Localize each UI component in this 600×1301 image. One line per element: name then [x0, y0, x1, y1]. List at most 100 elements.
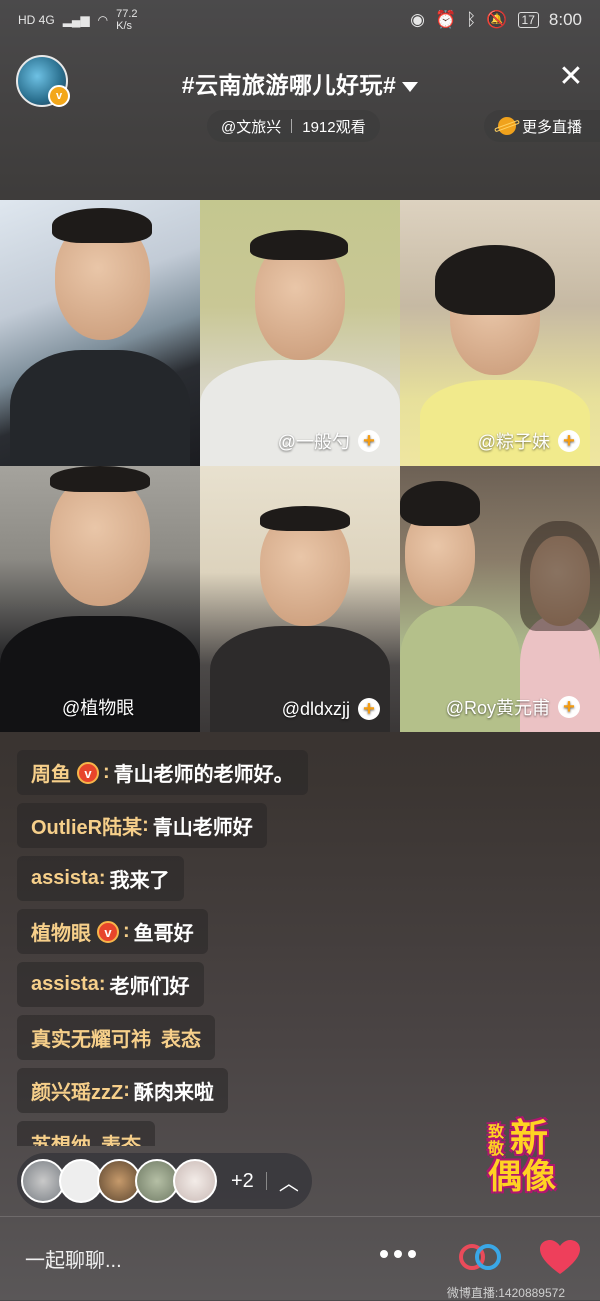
- chat-colon: :: [123, 1079, 130, 1101]
- chat-user[interactable]: 植物眼: [31, 917, 91, 946]
- eye-icon: ◉: [410, 10, 425, 29]
- host-name: @文旅兴: [221, 118, 282, 136]
- planet-icon: [497, 117, 516, 135]
- net-speed-value: 77.2: [116, 8, 138, 20]
- net-speed-unit: K/s: [116, 20, 133, 32]
- video-tile-2[interactable]: @一般勺 +: [200, 200, 400, 466]
- chat-user[interactable]: assista: [31, 973, 99, 996]
- status-right: ◉ ⏰ ᛒ 🔕 17 8:00: [410, 10, 582, 30]
- signal-icon: ▂▄▆: [62, 13, 90, 27]
- participant-handle: @dldxzjj: [281, 698, 350, 719]
- link-mic-icon[interactable]: [458, 1242, 502, 1272]
- battery-icon: 17: [517, 12, 539, 28]
- chevron-up-icon[interactable]: ︿: [279, 1167, 299, 1196]
- host-info-pill[interactable]: @文旅兴 1912观看: [207, 110, 380, 142]
- more-live-button[interactable]: 更多直播: [483, 110, 600, 142]
- vip-badge-icon: v: [77, 761, 99, 784]
- chat-user[interactable]: 苏想纳: [31, 1129, 91, 1146]
- person-hair: [260, 506, 350, 531]
- chat-text: 青山老师好: [152, 817, 253, 839]
- person-hair: [400, 481, 480, 526]
- person-hair: [435, 245, 555, 315]
- close-icon[interactable]: ✕: [556, 62, 586, 92]
- participant-handle: @植物眼: [62, 698, 135, 718]
- chat-user[interactable]: assista: [31, 867, 99, 890]
- more-options-icon[interactable]: [380, 1250, 416, 1258]
- participant-handle: @粽子妹: [477, 432, 550, 452]
- chat-user[interactable]: 真实无耀可祎: [31, 1023, 151, 1052]
- chat-input[interactable]: 一起聊聊...: [25, 1244, 122, 1273]
- chat-text: 酥肉来啦: [133, 1082, 214, 1104]
- viewer-count: 1912观看: [302, 118, 366, 136]
- network-label: HD 4G: [18, 13, 55, 27]
- vip-badge-icon: v: [97, 920, 119, 943]
- more-live-label: 更多直播: [521, 118, 582, 136]
- chat-text: 表态: [101, 1135, 141, 1146]
- watermark: 微博直播:1420889572: [446, 1286, 565, 1300]
- wifi-icon: ◠: [97, 13, 109, 27]
- extra-viewers-count: +2: [231, 1169, 254, 1192]
- alarm-icon: ⏰: [435, 10, 457, 29]
- follow-plus-icon[interactable]: +: [358, 698, 380, 720]
- bottom-divider: [0, 1216, 600, 1217]
- chat-user[interactable]: 颜兴瑶zzZ: [31, 1076, 123, 1105]
- follow-plus-icon[interactable]: +: [358, 430, 380, 452]
- video-tile-3[interactable]: @粽子妹 +: [400, 200, 600, 466]
- participant-label: @一般勺 +: [278, 428, 380, 454]
- viewer-avatar[interactable]: [173, 1159, 217, 1203]
- bluetooth-icon: ᛒ: [466, 10, 477, 29]
- video-tile-5[interactable]: @dldxzjj +: [200, 466, 400, 732]
- chat-message: 植物眼 v: 鱼哥好: [17, 909, 377, 962]
- status-left: HD 4G ▂▄▆ ◠ 77.2 K/s: [18, 8, 138, 32]
- chat-user[interactable]: 周鱼: [31, 758, 71, 787]
- follow-plus-icon[interactable]: +: [558, 696, 580, 718]
- badge-line1: 致敬: [488, 1124, 505, 1158]
- chat-colon: :: [103, 761, 110, 783]
- chat-text: 老师们好: [109, 976, 190, 998]
- video-tile-6[interactable]: @Roy黄元甫 +: [400, 466, 600, 732]
- chat-message: 周鱼 v: 青山老师的老师好。: [17, 750, 377, 803]
- chat-message: assista: 我来了: [17, 856, 377, 909]
- chat-list[interactable]: 周鱼 v: 青山老师的老师好。 OutlieR陆某: 青山老师好 assista: 我来…: [17, 750, 377, 1146]
- topic-text: #云南旅游哪儿好玩#: [181, 72, 397, 98]
- divider: [265, 1172, 267, 1190]
- badge-line3: 偶像: [488, 1158, 556, 1196]
- live-header: v #云南旅游哪儿好玩# ✕ @文旅兴 1912观看 更多直播: [0, 52, 600, 152]
- person-hair: [520, 521, 600, 631]
- status-bar: HD 4G ▂▄▆ ◠ 77.2 K/s ◉ ⏰ ᛒ 🔕 17 8:00: [0, 0, 600, 40]
- person-hair: [50, 466, 150, 492]
- chat-text: 青山老师的老师好。: [113, 764, 294, 786]
- net-speed: 77.2 K/s: [116, 8, 137, 32]
- chat-colon: :: [123, 920, 130, 942]
- video-grid: @一般勺 + @粽子妹 + @植物眼 @dldxzjj + @Roy黄元甫 +: [0, 200, 600, 732]
- chat-user[interactable]: OutlieR陆某: [31, 811, 142, 840]
- person-hair: [250, 230, 348, 260]
- chat-colon: :: [142, 814, 149, 836]
- topic-title[interactable]: #云南旅游哪儿好玩#: [0, 66, 600, 100]
- participant-handle: @一般勺: [277, 432, 350, 452]
- chat-message: OutlieR陆某: 青山老师好: [17, 803, 377, 856]
- follow-plus-icon[interactable]: +: [558, 430, 580, 452]
- participant-handle: @Roy黄元甫: [445, 698, 550, 718]
- heart-icon[interactable]: [540, 1240, 580, 1276]
- chat-text: 表态: [161, 1029, 201, 1051]
- idol-campaign-badge[interactable]: 致敬 新 偶像: [488, 1120, 564, 1204]
- clock: 8:00: [548, 10, 582, 29]
- chat-text: 鱼哥好: [133, 923, 194, 945]
- chat-message: assista: 老师们好: [17, 962, 377, 1015]
- chat-message: 苏想纳 表态: [17, 1121, 377, 1146]
- chat-message: 真实无耀可祎 表态: [17, 1015, 377, 1068]
- badge-line2: 新: [510, 1118, 549, 1160]
- participant-label: @Roy黄元甫 +: [446, 694, 580, 720]
- viewer-strip[interactable]: +2 ︿: [17, 1153, 312, 1209]
- participant-label: @植物眼: [62, 694, 134, 720]
- person-hair: [52, 208, 152, 243]
- participant-label: @粽子妹 +: [478, 428, 580, 454]
- mute-icon: 🔕: [486, 10, 508, 29]
- chat-colon: :: [98, 973, 106, 995]
- divider: [291, 119, 293, 133]
- video-tile-host[interactable]: [0, 200, 200, 466]
- participant-label: @dldxzjj +: [282, 698, 380, 720]
- video-tile-4[interactable]: @植物眼: [0, 466, 200, 732]
- person-silhouette: [10, 350, 190, 466]
